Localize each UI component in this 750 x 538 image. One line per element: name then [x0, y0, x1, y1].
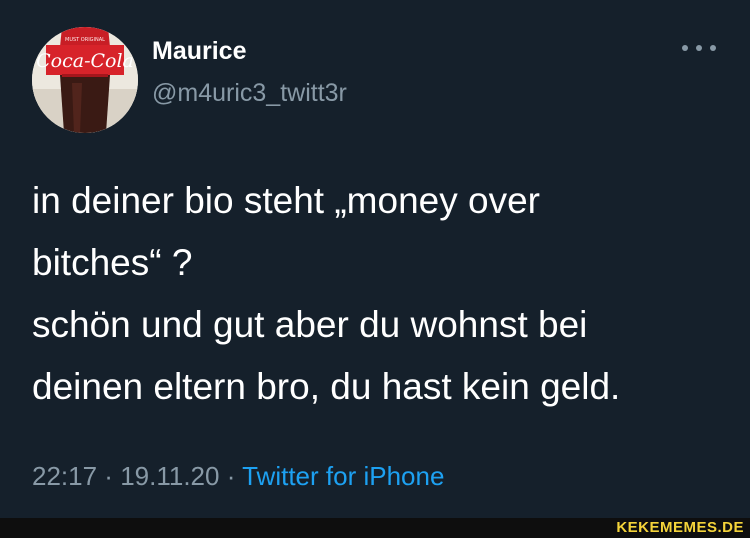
tweet-card: Coca-Cola MUST ORIGINAL Maurice @m4uric3… — [0, 0, 750, 520]
meta-separator: · — [97, 461, 121, 491]
tweet-text-line: in deiner bio steht „money over — [32, 180, 540, 221]
more-dot — [696, 45, 702, 51]
avatar-coca-cola-bottle: Coca-Cola MUST ORIGINAL — [32, 27, 138, 133]
meta-separator: · — [219, 461, 243, 491]
avatar-label-text: MUST ORIGINAL — [65, 37, 105, 43]
tweet-text-line: bitches“ ? — [32, 242, 193, 283]
tweet-text-line: schön und gut aber du wohnst bei — [32, 304, 588, 345]
more-horizontal-icon[interactable] — [682, 38, 716, 58]
more-dot — [682, 45, 688, 51]
user-handle[interactable]: @m4uric3_twitt3r — [152, 79, 347, 108]
tweet-text-line: deinen eltern bro, du hast kein geld. — [32, 366, 621, 407]
tweet-source-link[interactable]: Twitter for iPhone — [242, 461, 444, 491]
display-name[interactable]: Maurice — [152, 37, 246, 66]
avatar[interactable]: Coca-Cola MUST ORIGINAL — [32, 27, 138, 133]
tweet-meta: 22:17 · 19.11.20 · Twitter for iPhone — [32, 461, 444, 492]
tweet-time[interactable]: 22:17 — [32, 461, 97, 491]
watermark: KEKEMEMES.DE — [616, 519, 744, 536]
more-dot — [710, 45, 716, 51]
tweet-text: in deiner bio steht „money over bitches“… — [32, 170, 712, 418]
avatar-brand-text: Coca-Cola — [36, 50, 134, 72]
tweet-date[interactable]: 19.11.20 — [120, 461, 219, 491]
